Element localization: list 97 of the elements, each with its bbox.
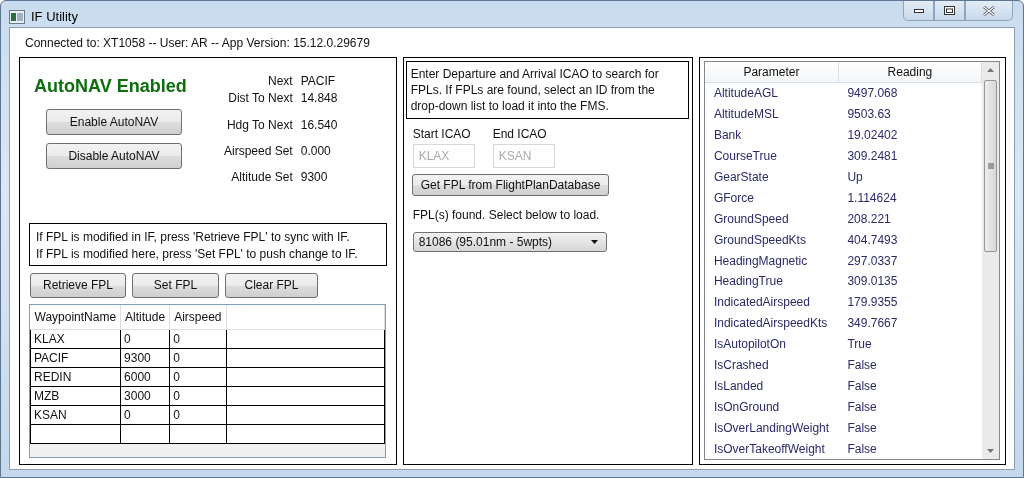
result-text: FPL(s) found. Select below to load. <box>412 207 601 222</box>
table-cell-text: 349.7667 <box>846 315 899 333</box>
maximize-button[interactable] <box>934 1 965 21</box>
note-line: If FPL is modified here, press 'Set FPL' to push change to IF. <box>36 245 359 263</box>
table-cell-text: Bank <box>712 127 743 145</box>
table-cell: PACIF <box>30 348 121 368</box>
table-cell-text: 404.7493 <box>846 231 899 249</box>
table-cell: 0 <box>169 348 226 368</box>
table-cell: MZB <box>30 386 121 406</box>
table-cell-text: GroundSpeed <box>712 210 790 228</box>
table-cell-text: 1.114624 <box>846 189 898 207</box>
icao-field[interactable]: KLAX <box>412 143 475 168</box>
table-cell-text: IsOverTakeoffWeight <box>712 440 826 458</box>
table-cell: 0 <box>169 405 226 425</box>
column-header[interactable]: WaypointName <box>30 304 121 330</box>
table-cell-text: IsAutopilotOn <box>712 336 787 354</box>
table-cell-text: HeadingMagnetic <box>712 252 809 270</box>
table-cell: KLAX <box>30 329 121 349</box>
table-cell-text: IndicatedAirspeed <box>712 294 811 312</box>
autonav-button[interactable]: Disable AutoNAV <box>46 142 182 169</box>
grip-icon <box>987 162 994 169</box>
field-label: End ICAO <box>492 126 548 141</box>
maximize-icon <box>944 6 955 15</box>
app-icon <box>9 9 25 24</box>
column-header[interactable]: Airspeed <box>169 304 226 330</box>
column-header[interactable]: Parameter <box>704 61 839 83</box>
table-cell-text: 309.2481 <box>846 148 899 166</box>
minimize-button[interactable] <box>903 1 934 21</box>
table-cell-text: 9503.63 <box>846 106 892 124</box>
info-value: PACIF <box>300 73 337 90</box>
autonav-status: AutoNAV Enabled <box>34 75 188 97</box>
get-fpl-button[interactable]: Get FPL from FlightPlanDatabase <box>411 173 610 196</box>
search-instructions: Enter Departure and Arrival ICAO to search for FPLs. If FPLs are found, select an ID from the drop-down list to load it into the FMS. <box>405 60 689 119</box>
table-cell: 9497.068 <box>838 82 982 104</box>
table-cell-text: 297.0337 <box>846 252 899 270</box>
note-line: If FPL is modified in IF, press 'Retrieve FPL' to sync with IF. <box>36 228 351 246</box>
table-cell-text: False <box>846 357 878 374</box>
scroll-up-icon[interactable] <box>987 67 994 72</box>
table-cell: 3000 <box>120 386 170 406</box>
minimize-icon <box>913 8 924 13</box>
table-cell: 0 <box>120 329 170 349</box>
table-cell-text: HeadingTrue <box>712 273 784 291</box>
table-cell-text: False <box>846 419 878 437</box>
table-cell: 0 <box>169 329 226 349</box>
table-cell: 9300 <box>120 348 170 368</box>
table-cell-text: False <box>846 398 878 416</box>
table-cell: 6000 <box>120 367 170 387</box>
table-cell: 0 <box>169 367 226 387</box>
table-cell-text: 208.221 <box>846 210 892 228</box>
table-cell: REDIN <box>30 367 121 387</box>
icao-field[interactable]: KSAN <box>492 143 555 168</box>
table-cell-text: True <box>846 336 873 354</box>
table-cell-text: AltitudeMSL <box>712 106 780 124</box>
fpl-dropdown[interactable]: 81086 (95.01nm - 5wpts) <box>412 231 607 252</box>
table-cell-text: 179.9355 <box>846 294 899 312</box>
info-label: Hdg To Next <box>225 117 293 134</box>
window-title: IF Utility <box>31 9 78 24</box>
table-cell: AltitudeAGL <box>704 82 839 104</box>
info-value: 14.848 <box>300 90 338 107</box>
table-cell-text: IsOnGround <box>712 398 781 416</box>
column-header[interactable]: Reading <box>838 61 982 83</box>
table-cell-text: 19.02402 <box>846 127 899 145</box>
table-cell-text: 309.0135 <box>846 273 899 291</box>
caret-icon <box>590 239 598 244</box>
info-value: 0.000 <box>300 143 332 160</box>
table-cell: 0 <box>169 386 226 406</box>
table-cell: 0 <box>120 405 170 425</box>
table-cell-text: IsCrashed <box>712 357 770 374</box>
table-cell-text: False <box>846 377 878 395</box>
table-cell-text: GearState <box>712 168 770 186</box>
table-cell-text: Up <box>846 168 864 186</box>
table-cell-text: False <box>846 440 878 458</box>
info-label: Airspeed Set <box>224 143 293 160</box>
scroll-thumb[interactable] <box>984 79 997 252</box>
scrollbar[interactable] <box>982 61 999 459</box>
close-icon <box>983 5 995 16</box>
close-button[interactable] <box>965 1 1013 21</box>
field-label: Start ICAO <box>412 126 472 141</box>
table-cell-text: GForce <box>712 189 755 207</box>
connection-status: Connected to: XT1058 -- User: AR -- App Version: 15.12.0.29679 <box>25 35 371 50</box>
scroll-down-icon[interactable] <box>987 449 994 453</box>
table-cell-text: IsOverLandingWeight <box>712 419 831 437</box>
info-label: Next <box>267 73 293 90</box>
fpl-button[interactable]: Retrieve FPL <box>30 272 126 298</box>
table-cell-text: GroundSpeedKts <box>712 231 807 249</box>
autonav-button[interactable]: Enable AutoNAV <box>46 108 182 135</box>
fpl-button[interactable]: Clear FPL <box>225 272 318 298</box>
fpl-button[interactable]: Set FPL <box>132 272 219 298</box>
column-header[interactable]: Altitude <box>120 304 170 330</box>
table-cell-text: CourseTrue <box>712 148 778 166</box>
info-label: Dist To Next <box>227 90 293 107</box>
info-value: 9300 <box>300 169 329 186</box>
table-cell-text: IndicatedAirspeedKts <box>712 315 829 333</box>
info-label: Altitude Set <box>230 169 293 186</box>
info-value: 16.540 <box>300 117 338 134</box>
table-cell-text: IsLanded <box>712 377 765 395</box>
table-cell: KSAN <box>30 405 121 425</box>
